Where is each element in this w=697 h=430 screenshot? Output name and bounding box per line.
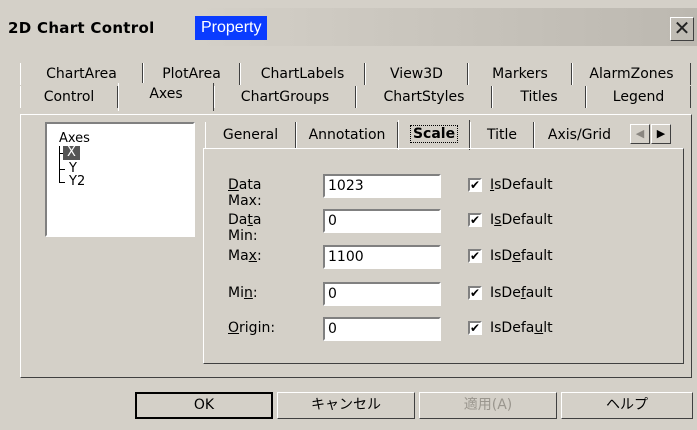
max-input[interactable]: 1100 <box>323 245 441 269</box>
max-isdefault-label[interactable]: IsDefault <box>490 248 553 264</box>
axes-tree[interactable]: Axes X Y Y2 <box>45 122 195 237</box>
data-min-input[interactable]: 0 <box>323 209 441 233</box>
tab-chartarea[interactable]: ChartArea <box>20 63 143 85</box>
property-dialog: 2D Chart Control Property ✕ ChartArea Pl… <box>0 0 697 430</box>
cancel-button[interactable]: キャンセル <box>277 392 415 419</box>
tab-axes[interactable]: Axes <box>118 83 214 111</box>
subtab-scale-label: Scale <box>409 125 459 143</box>
data-min-isdefault-checkbox[interactable]: ✔ <box>468 213 482 227</box>
origin-label: Origin: <box>228 320 276 336</box>
tab-plotarea[interactable]: PlotArea <box>143 63 240 85</box>
window-title-highlight: Property <box>195 16 268 40</box>
tab-chartgroups[interactable]: ChartGroups <box>214 86 356 108</box>
data-min-isdefault-label[interactable]: IsDefault <box>490 212 553 228</box>
data-max-isdefault-checkbox[interactable]: ✔ <box>468 178 482 192</box>
tab-alarmzones[interactable]: AlarmZones <box>572 63 691 85</box>
tab-scroll-right-icon[interactable]: ▶ <box>651 124 671 144</box>
tree-line <box>59 146 60 183</box>
close-icon: ✕ <box>673 16 691 40</box>
max-label: Max: <box>228 248 262 264</box>
origin-input[interactable]: 0 <box>323 317 441 341</box>
subtab-general[interactable]: General <box>205 122 296 148</box>
subtab-scale[interactable]: Scale <box>398 120 470 150</box>
origin-isdefault-label[interactable]: IsDefault <box>490 320 553 336</box>
data-max-input[interactable]: 1023 <box>323 174 441 198</box>
tab-legend[interactable]: Legend <box>586 86 691 108</box>
tab-chartlabels[interactable]: ChartLabels <box>240 63 365 85</box>
min-isdefault-label[interactable]: IsDefault <box>490 285 553 301</box>
tab-chartstyles[interactable]: ChartStyles <box>356 86 492 108</box>
tree-line <box>59 182 65 183</box>
max-isdefault-checkbox[interactable]: ✔ <box>468 249 482 263</box>
help-button[interactable]: ヘルプ <box>561 392 693 419</box>
tree-line <box>59 169 65 170</box>
scale-panel <box>203 148 684 364</box>
tree-node-y2[interactable]: Y2 <box>69 175 85 189</box>
tab-scroll-left-icon[interactable]: ◀ <box>630 124 650 144</box>
min-label: Min: <box>228 285 258 301</box>
origin-isdefault-checkbox[interactable]: ✔ <box>468 321 482 335</box>
close-button[interactable]: ✕ <box>670 17 694 41</box>
subtab-title[interactable]: Title <box>470 122 534 148</box>
subtab-annotation[interactable]: Annotation <box>296 122 398 148</box>
tree-node-x[interactable]: X <box>63 146 80 160</box>
min-input[interactable]: 0 <box>323 282 441 306</box>
tab-titles[interactable]: Titles <box>492 86 586 108</box>
ok-button[interactable]: OK <box>135 392 273 419</box>
apply-button[interactable]: 適用(A) <box>419 392 557 419</box>
data-max-label: Data Max: <box>228 177 262 209</box>
tree-root-axes[interactable]: Axes <box>59 132 90 146</box>
title-bar[interactable]: 2D Chart Control Property ✕ <box>0 8 697 46</box>
data-min-label: Data Min: <box>228 212 262 244</box>
tab-control[interactable]: Control <box>20 86 118 108</box>
tab-view3d[interactable]: View3D <box>365 63 468 85</box>
min-isdefault-checkbox[interactable]: ✔ <box>468 286 482 300</box>
data-max-isdefault-label[interactable]: IsDefault <box>490 177 553 193</box>
subtab-axis-grid[interactable]: Axis/Grid <box>534 122 624 148</box>
tab-row-2: Control Axes ChartGroups ChartStyles Tit… <box>20 83 692 111</box>
tab-row-1: ChartArea PlotArea ChartLabels View3D Ma… <box>20 63 692 85</box>
window-title: 2D Chart Control <box>8 19 155 37</box>
tab-markers[interactable]: Markers <box>468 63 572 85</box>
